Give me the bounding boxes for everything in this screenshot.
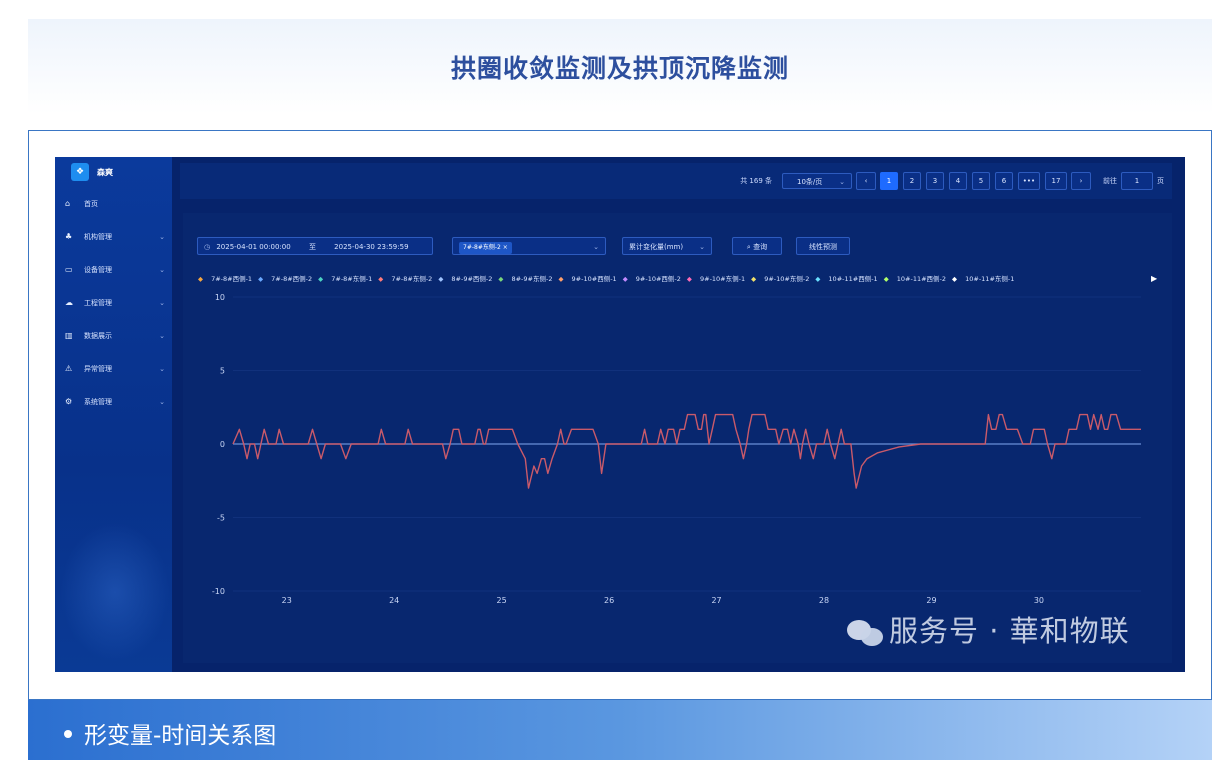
page-button[interactable]: 5 [972, 172, 990, 190]
next-page-button[interactable]: › [1071, 172, 1091, 190]
top-toolbar: 共 169 条 10条/页 ⌄ ‹ 1 2 3 4 5 6 ••• 17 › 前往 1 页 [180, 163, 1172, 199]
sidebar-item-0[interactable]: ⌂ 首页 [65, 197, 165, 211]
sidebar-item-3[interactable]: ☁ 工程管理 ⌄ [65, 296, 165, 310]
page-button[interactable]: 4 [949, 172, 967, 190]
caption-text: 形变量-时间关系图 [84, 723, 277, 749]
sidebar: ❖ 森爽 ⌂ 首页 ♣ 机构管理 ⌄ ▭ 设备管理 ⌄ ☁ 工程管理 ⌄ ▥ 数据展示 ⌄ ⚠ 异常管理 ⌄ ⚙ 系… [55, 157, 172, 672]
x-tick-label: 30 [1034, 596, 1044, 605]
sidebar-item-label: 设备管理 [84, 266, 112, 274]
page-button[interactable]: 17 [1045, 172, 1067, 190]
chevron-down-icon: ⌄ [839, 178, 845, 186]
chevron-down-icon: ⌄ [159, 233, 165, 241]
sidebar-item-2[interactable]: ▭ 设备管理 ⌄ [65, 263, 165, 277]
chevron-down-icon: ⌄ [159, 398, 165, 406]
y-tick-label: 5 [220, 367, 225, 376]
x-tick-label: 28 [819, 596, 829, 605]
x-tick-label: 23 [282, 596, 292, 605]
y-tick-label: 10 [215, 293, 225, 302]
chart-panel: ◷ 2025-04-01 00:00:00 至 2025-04-30 23:59… [183, 213, 1172, 663]
pagination: 共 169 条 10条/页 ⌄ ‹ 1 2 3 4 5 6 ••• 17 › 前往 1 页 [740, 172, 1164, 190]
x-tick-label: 25 [497, 596, 507, 605]
app-logo-icon[interactable]: ❖ [71, 163, 89, 181]
chevron-down-icon: ⌄ [159, 299, 165, 307]
page-button[interactable]: 2 [903, 172, 921, 190]
sidebar-item-label: 系统管理 [84, 398, 112, 406]
sidebar-item-label: 工程管理 [84, 299, 112, 307]
monitor-icon: ▭ [65, 265, 73, 274]
watermark: 服务号 · 華和物联 [847, 608, 1130, 650]
page-size-value: 10条/页 [797, 178, 823, 186]
y-tick-label: 0 [220, 440, 225, 449]
watermark-text: 服务号 · 華和物联 [889, 614, 1130, 648]
wechat-icon [847, 618, 883, 648]
sidebar-item-label: 异常管理 [84, 365, 112, 373]
series-line [232, 413, 1141, 489]
page-button[interactable]: 6 [995, 172, 1013, 190]
chevron-down-icon: ⌄ [159, 332, 165, 340]
gear-icon: ⚙ [65, 397, 73, 406]
y-tick-label: -10 [212, 587, 225, 596]
sidebar-item-5[interactable]: ⚠ 异常管理 ⌄ [65, 362, 165, 376]
prev-page-button[interactable]: ‹ [856, 172, 876, 190]
bullet-icon [64, 729, 72, 738]
warning-icon: ⚠ [65, 364, 73, 373]
goto-label: 前往 [1103, 177, 1117, 185]
x-tick-label: 26 [604, 596, 614, 605]
sidebar-item-label: 数据展示 [84, 332, 112, 340]
x-tick-label: 24 [389, 596, 399, 605]
goto-page-input[interactable]: 1 [1121, 172, 1153, 190]
page-numbers: 1 2 3 4 5 6 ••• 17 [880, 172, 1067, 190]
sidebar-item-1[interactable]: ♣ 机构管理 ⌄ [65, 230, 165, 244]
sidebar-item-label: 首页 [84, 200, 98, 208]
page-button[interactable]: ••• [1018, 172, 1040, 190]
page-header: 拱圈收敛监测及拱顶沉降监测 [28, 19, 1212, 114]
page-title: 拱圈收敛监测及拱顶沉降监测 [450, 54, 789, 83]
cloud-icon: ☁ [65, 298, 73, 307]
caption: 形变量-时间关系图 [64, 716, 276, 750]
book-icon: ▥ [65, 331, 73, 340]
page-button[interactable]: 1 [880, 172, 898, 190]
x-tick-label: 27 [711, 596, 721, 605]
chevron-down-icon: ⌄ [159, 266, 165, 274]
page-unit: 页 [1157, 177, 1164, 185]
line-chart: 10 5 0 -5 -10 23 24 25 26 27 28 29 30 [212, 293, 1141, 605]
x-tick-label: 29 [926, 596, 936, 605]
caption-bar: 形变量-时间关系图 [28, 700, 1212, 760]
sidebar-item-4[interactable]: ▥ 数据展示 ⌄ [65, 329, 165, 343]
app-logo-text: 森爽 [97, 168, 113, 177]
org-icon: ♣ [65, 232, 73, 241]
sidebar-item-6[interactable]: ⚙ 系统管理 ⌄ [65, 395, 165, 409]
total-count: 共 169 条 [740, 177, 772, 185]
y-tick-label: -5 [217, 514, 225, 523]
sidebar-item-label: 机构管理 [84, 233, 112, 241]
home-icon: ⌂ [65, 199, 71, 208]
sidebar-decoration [60, 522, 170, 662]
monitoring-app: ❖ 森爽 ⌂ 首页 ♣ 机构管理 ⌄ ▭ 设备管理 ⌄ ☁ 工程管理 ⌄ ▥ 数据展示 ⌄ ⚠ 异常管理 ⌄ ⚙ 系… [55, 157, 1185, 672]
page-size-select[interactable]: 10条/页 ⌄ [782, 173, 852, 189]
page-button[interactable]: 3 [926, 172, 944, 190]
chevron-down-icon: ⌄ [159, 365, 165, 373]
